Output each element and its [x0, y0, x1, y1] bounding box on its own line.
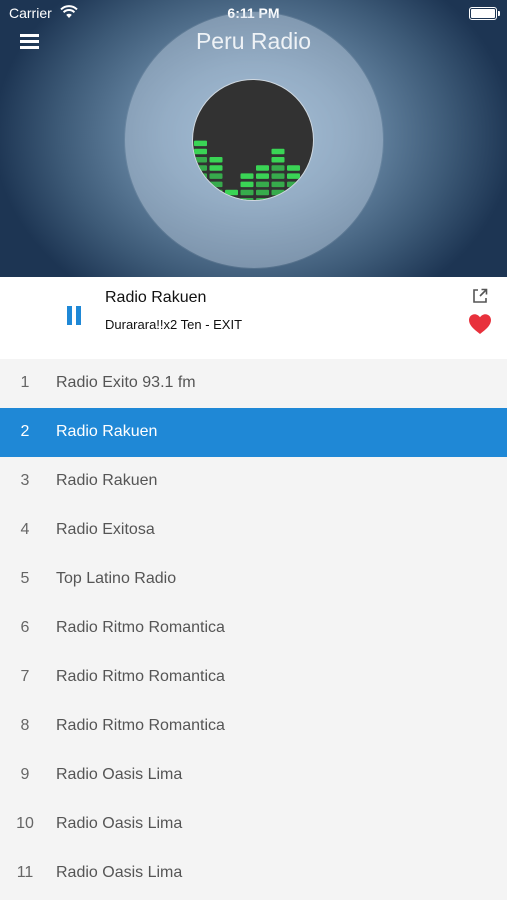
- equalizer-segment: [194, 140, 207, 147]
- station-name: Radio Ritmo Romantica: [56, 619, 225, 636]
- station-name: Top Latino Radio: [56, 570, 177, 587]
- equalizer-segment: [256, 189, 269, 196]
- station-number: 4: [20, 521, 30, 538]
- station-list-item[interactable]: 9 Radio Oasis Lima: [0, 751, 507, 800]
- equalizer-segment: [194, 148, 207, 155]
- now-playing-station: Radio Rakuen: [105, 289, 207, 306]
- equalizer-segment: [209, 173, 223, 179]
- equalizer-segment: [256, 165, 269, 171]
- equalizer-segment: [194, 157, 207, 163]
- station-list-item[interactable]: 4 Radio Exitosa: [0, 506, 507, 555]
- equalizer-segment: [271, 157, 285, 163]
- station-name: Radio Ritmo Romantica: [56, 668, 225, 685]
- station-list-item[interactable]: 11 Radio Oasis Lima: [0, 849, 507, 898]
- equalizer-artwork: [192, 79, 314, 201]
- equalizer-segment: [271, 181, 285, 188]
- station-list-item[interactable]: 5 Top Latino Radio: [0, 555, 507, 604]
- station-number: 7: [20, 668, 30, 685]
- now-playing-bar: Radio Rakuen Durarara!!x2 Ten - EXIT: [0, 277, 507, 359]
- station-number: 2: [20, 423, 30, 440]
- station-name: Radio Ritmo Romantica: [56, 717, 225, 734]
- header: Carrier 6:11 PM Peru Radio: [0, 0, 507, 277]
- equalizer-segment: [240, 173, 254, 179]
- station-name: Radio Exitosa: [56, 521, 155, 538]
- equalizer-segment: [271, 173, 285, 179]
- share-icon[interactable]: [471, 287, 489, 305]
- app-title: Peru Radio: [195, 28, 312, 54]
- station-name: Radio Rakuen: [56, 423, 158, 440]
- station-name: Radio Rakuen: [56, 472, 158, 489]
- equalizer-segment: [209, 165, 223, 171]
- equalizer-segment: [209, 157, 223, 163]
- station-number: 9: [20, 766, 30, 783]
- equalizer-segment: [271, 165, 285, 171]
- equalizer-segment: [256, 173, 269, 179]
- equalizer-segment: [271, 148, 285, 155]
- equalizer-segment: [256, 181, 269, 188]
- pause-bar: [76, 306, 81, 325]
- station-list-item[interactable]: 1 Radio Exito 93.1 fm: [0, 359, 507, 408]
- now-playing-track: Durarara!!x2 Ten - EXIT: [105, 317, 243, 332]
- station-number: 8: [20, 717, 30, 734]
- station-list: 1 Radio Exito 93.1 fm 2 Radio Rakuen 3 Radio …: [0, 359, 507, 900]
- favorite-heart-icon[interactable]: [468, 313, 492, 335]
- equalizer-segment: [287, 165, 300, 171]
- equalizer-segment: [240, 181, 254, 188]
- station-list-item[interactable]: 10 Radio Oasis Lima: [0, 800, 507, 849]
- station-list-item[interactable]: 7 Radio Ritmo Romantica: [0, 653, 507, 702]
- equalizer-segment: [287, 173, 300, 179]
- station-number: 6: [20, 619, 30, 636]
- station-name: Radio Oasis Lima: [56, 864, 183, 881]
- equalizer-icon: [194, 140, 313, 200]
- station-list-item[interactable]: 8 Radio Ritmo Romantica: [0, 702, 507, 751]
- station-name: Radio Oasis Lima: [56, 766, 183, 783]
- pause-bar: [67, 306, 72, 325]
- station-list-item[interactable]: 2 Radio Rakuen: [0, 408, 507, 457]
- station-list-item[interactable]: 6 Radio Ritmo Romantica: [0, 604, 507, 653]
- station-number: 10: [16, 815, 34, 832]
- station-name: Radio Exito 93.1 fm: [56, 374, 196, 391]
- equalizer-segment: [240, 189, 254, 196]
- station-number: 3: [20, 472, 30, 489]
- battery-icon: [469, 7, 500, 20]
- station-list-item[interactable]: 3 Radio Rakuen: [0, 457, 507, 506]
- station-number: 11: [16, 864, 34, 881]
- pause-button[interactable]: [66, 306, 82, 325]
- equalizer-segment: [225, 189, 238, 196]
- station-number: 1: [20, 374, 30, 391]
- station-name: Radio Oasis Lima: [56, 815, 183, 832]
- station-number: 5: [20, 570, 30, 587]
